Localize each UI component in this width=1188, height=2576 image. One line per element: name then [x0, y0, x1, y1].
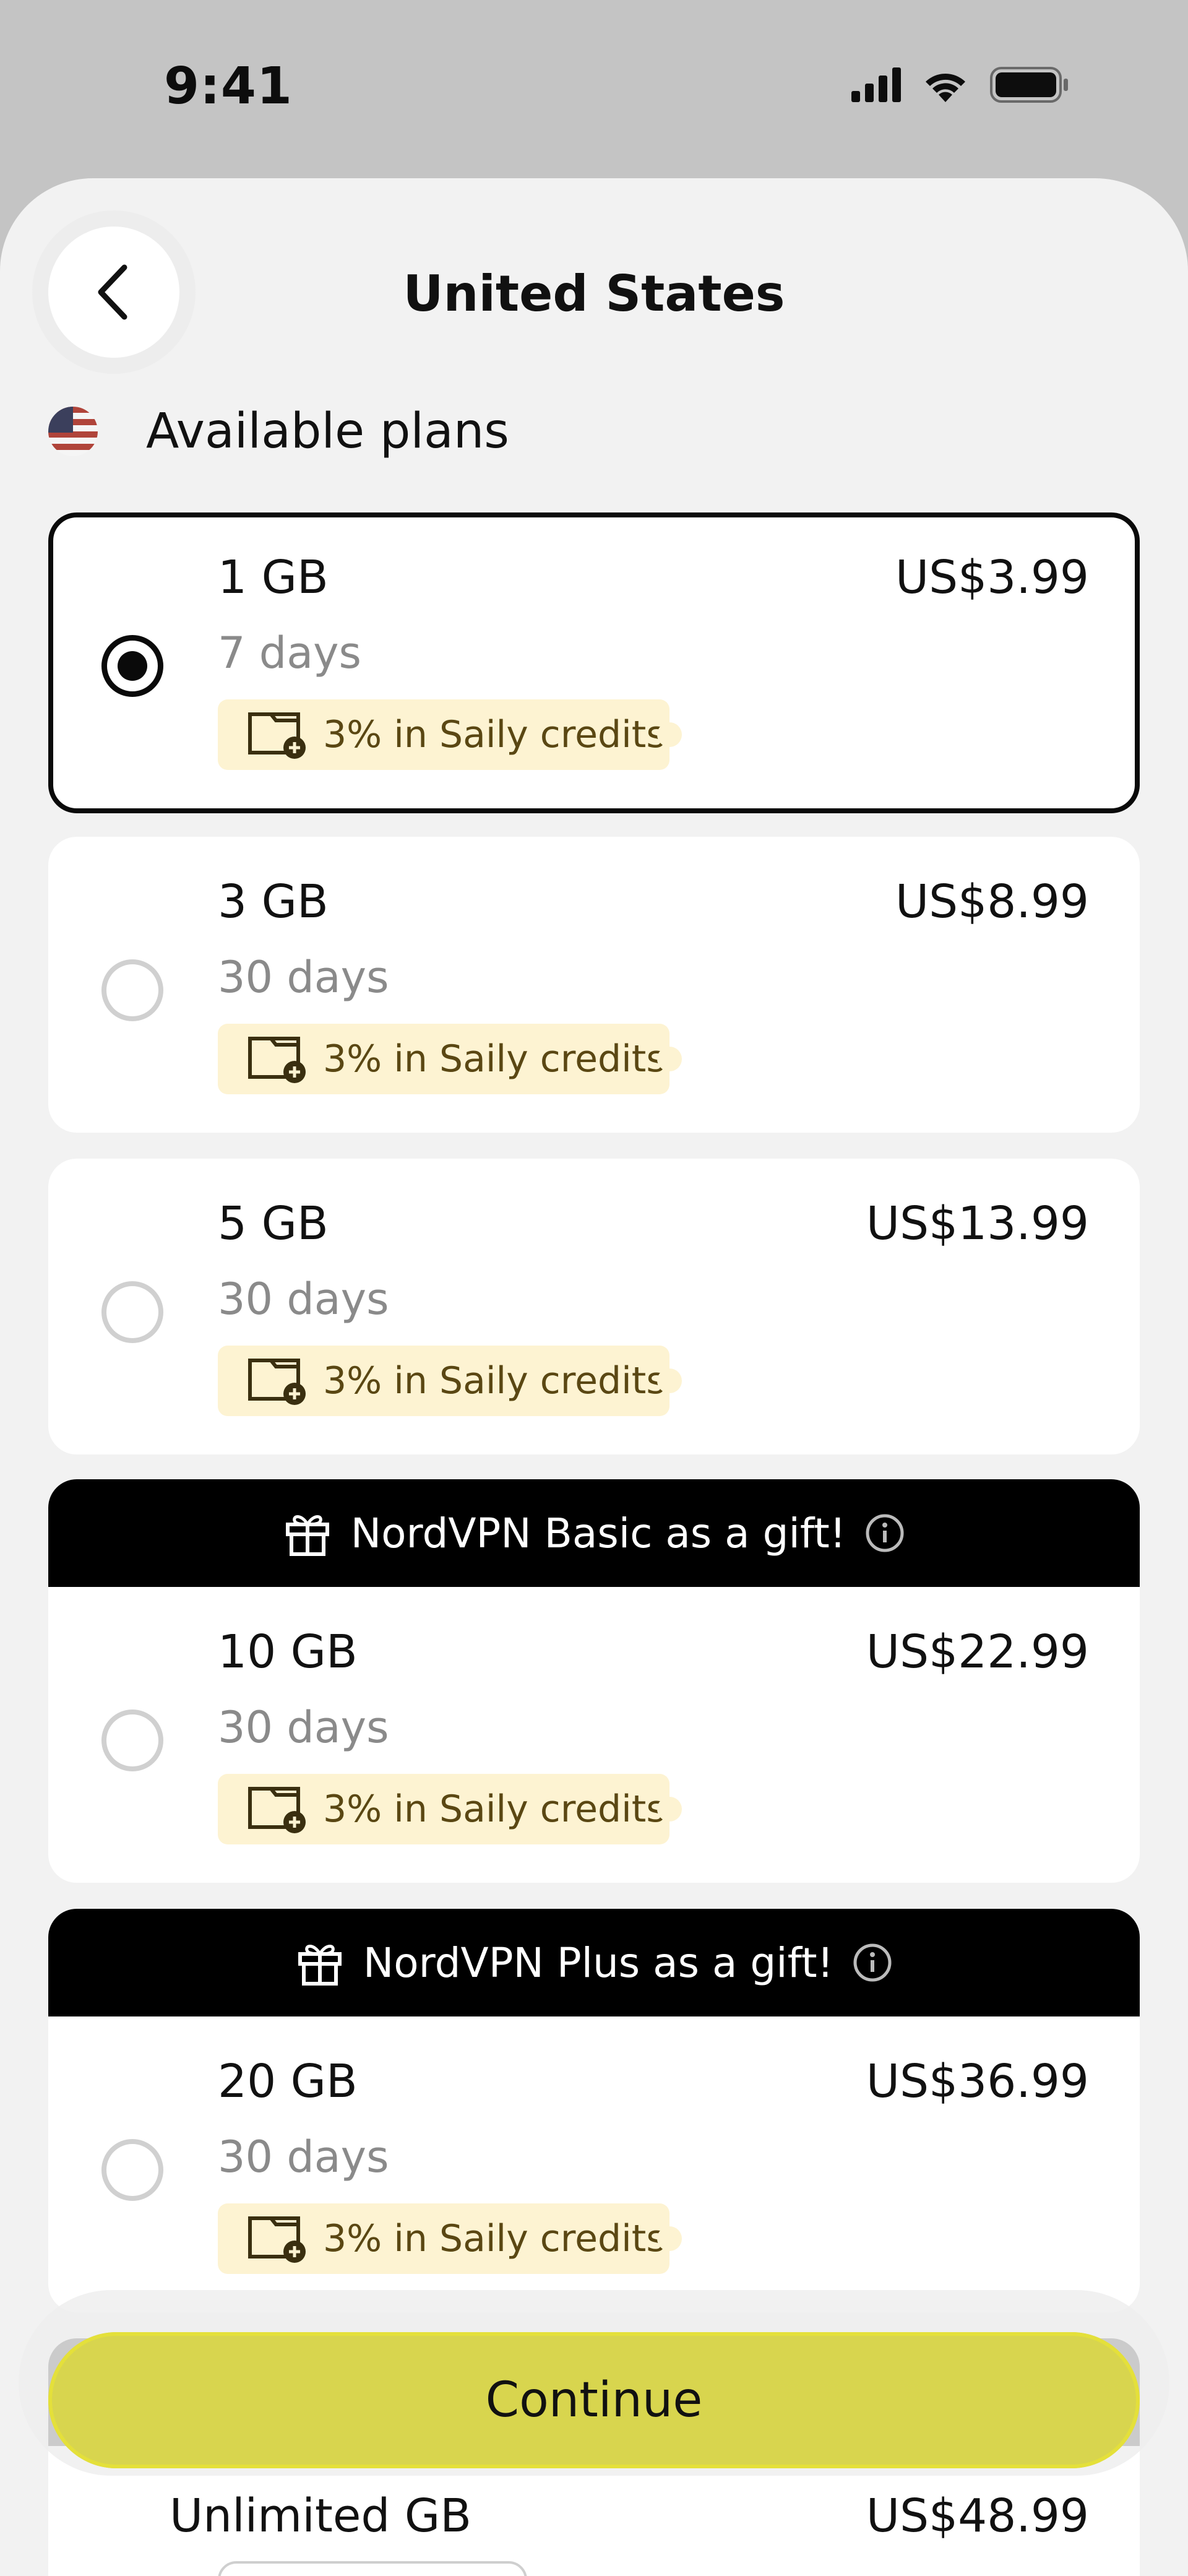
wallet-plus-icon [248, 1037, 306, 1083]
wallet-plus-icon [248, 1787, 306, 1833]
plan-price: US$13.99 [866, 1197, 1089, 1250]
plan-duration: 30 days [218, 952, 389, 1003]
credits-badge: 3% in Saily credits [218, 2203, 682, 2274]
wifi-icon [926, 74, 965, 102]
continue-button[interactable]: Continue [48, 2332, 1140, 2468]
plans-header: Available plans [48, 404, 509, 459]
credits-badge-partial [218, 2561, 527, 2576]
plan-price: US$36.99 [866, 2055, 1089, 2108]
status-bar: 9:41 [0, 0, 1188, 179]
status-icons [851, 67, 1069, 103]
plan-price: US$8.99 [895, 875, 1089, 928]
credits-label: 3% in Saily credits [323, 713, 666, 756]
plan-radio[interactable] [101, 1709, 163, 1771]
plan-data-amount: Unlimited GB [170, 2489, 471, 2543]
page-title: United States [403, 265, 785, 322]
plan-radio-selected[interactable] [101, 635, 163, 697]
plan-data-amount: 3 GB [218, 875, 329, 928]
credits-label: 3% in Saily credits [323, 1037, 666, 1081]
gift-banner: NordVPN Basic as a gift! [48, 1479, 1140, 1587]
plan-data-amount: 5 GB [218, 1197, 329, 1250]
credits-label: 3% in Saily credits [323, 2217, 666, 2260]
gift-icon [298, 1945, 342, 1986]
plan-data-amount: 1 GB [218, 551, 329, 604]
us-flag-icon [48, 407, 98, 456]
gift-banner: NordVPN Plus as a gift! [48, 1909, 1140, 2016]
plan-radio[interactable] [101, 2139, 163, 2201]
plan-data-amount: 20 GB [218, 2055, 358, 2108]
plan-card-20gb[interactable]: NordVPN Plus as a gift! 20 GB US$36.99 3… [48, 1909, 1140, 2312]
plan-radio[interactable] [101, 959, 163, 1021]
plan-price: US$48.99 [866, 2489, 1089, 2543]
credits-label: 3% in Saily credits [323, 1359, 666, 1403]
gift-label: NordVPN Basic as a gift! [350, 1509, 846, 1557]
credits-badge: 3% in Saily credits [218, 1346, 682, 1416]
gift-icon [285, 1515, 329, 1556]
plan-radio[interactable] [101, 1281, 163, 1343]
plan-duration: 30 days [218, 2132, 389, 2182]
cellular-signal-icon [851, 67, 901, 102]
credits-label: 3% in Saily credits [323, 1787, 666, 1831]
status-time: 9:41 [164, 57, 293, 116]
plan-card-3gb[interactable]: 3 GB US$8.99 30 days 3% in Saily credits [48, 837, 1140, 1133]
plan-duration: 30 days [218, 1274, 389, 1325]
plan-duration: 7 days [218, 628, 362, 678]
wallet-plus-icon [248, 2216, 306, 2263]
plan-card-5gb[interactable]: 5 GB US$13.99 30 days 3% in Saily credit… [48, 1159, 1140, 1454]
plan-data-amount: 10 GB [218, 1625, 358, 1679]
plan-card-10gb[interactable]: NordVPN Basic as a gift! 10 GB US$22.99 … [48, 1479, 1140, 1883]
credits-badge: 3% in Saily credits [218, 1774, 682, 1844]
wallet-plus-icon [248, 1359, 306, 1405]
plan-card-1gb[interactable]: 1 GB US$3.99 7 days 3% in Saily credits [48, 512, 1140, 813]
info-icon[interactable] [852, 1942, 893, 1983]
credits-badge: 3% in Saily credits [218, 699, 682, 770]
available-plans-label: Available plans [146, 404, 509, 459]
wallet-plus-icon [248, 712, 306, 759]
plan-duration: 30 days [218, 1702, 389, 1753]
info-icon[interactable] [864, 1513, 905, 1554]
plan-price: US$3.99 [895, 551, 1089, 604]
battery-icon [990, 67, 1068, 103]
plan-price: US$22.99 [866, 1625, 1089, 1679]
gift-label: NordVPN Plus as a gift! [363, 1938, 834, 1987]
credits-badge: 3% in Saily credits [218, 1024, 682, 1094]
